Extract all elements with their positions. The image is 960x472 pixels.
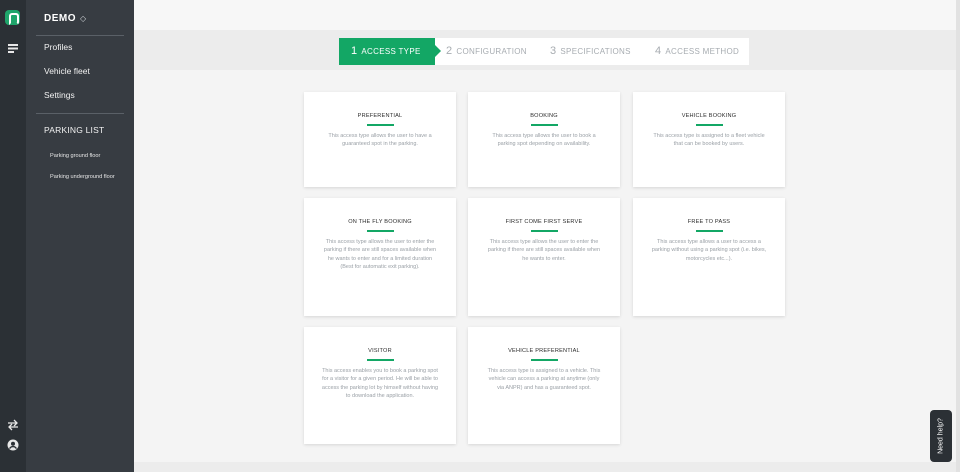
card-description: This access type allows the user to ente… (323, 238, 437, 271)
need-help-button[interactable]: Need help? (930, 410, 952, 462)
step-number: 3 (550, 45, 557, 57)
sidebar-item-profiles[interactable]: Profiles (44, 42, 72, 52)
step-number: 2 (446, 45, 453, 57)
access-card-vehicle-booking[interactable]: VEHICLE BOOKING This access type is assi… (633, 92, 785, 187)
card-accent-bar (530, 230, 558, 232)
user-icon[interactable] (6, 439, 20, 453)
step-number: 4 (655, 45, 662, 57)
access-card-preferential[interactable]: PREFERENTIAL This access type allows the… (304, 92, 456, 187)
card-accent-bar (530, 124, 558, 126)
step-access-method[interactable]: 4 ACCESS METHOD (655, 38, 739, 65)
card-description: This access type allows the user to book… (492, 132, 596, 148)
org-selector[interactable]: DEMO ◇ (44, 13, 87, 24)
card-title: FIRST COME FIRST SERVE (505, 219, 583, 225)
main-content: 1 ACCESS TYPE 2 CONFIGURATION 3 SPECIFICATI… (134, 0, 960, 472)
card-accent-bar (366, 230, 394, 232)
card-title: PREFERENTIAL (357, 113, 403, 119)
card-title: BOOKING (530, 113, 558, 119)
card-description: This access type is assigned to a fleet … (653, 132, 765, 148)
access-card-first-come-first-serve[interactable]: FIRST COME FIRST SERVE This access type … (468, 198, 620, 316)
card-accent-bar (366, 124, 394, 126)
card-description: This access enables you to book a parkin… (321, 367, 439, 400)
org-name: DEMO (44, 13, 76, 24)
step-label: CONFIGURATION (456, 47, 527, 56)
divider (36, 113, 124, 114)
card-title: FREE TO PASS (687, 219, 731, 225)
step-label: ACCESS METHOD (665, 47, 740, 56)
step-number: 1 (351, 45, 358, 57)
list-icon[interactable] (6, 42, 20, 56)
card-title: VEHICLE BOOKING (681, 113, 737, 119)
step-specifications[interactable]: 3 SPECIFICATIONS (550, 38, 631, 65)
card-title: VEHICLE PREFERENTIAL (508, 348, 580, 354)
card-description: This access type allows the user to ente… (487, 238, 601, 262)
card-accent-bar (530, 359, 558, 361)
sidebar: DEMO ◇ Profiles Vehicle fleet Settings PA… (26, 0, 134, 472)
card-description: This access type is assigned to a vehicl… (487, 367, 601, 391)
parking-item-underground-floor[interactable]: Parking underground floor (50, 174, 115, 180)
card-accent-bar (695, 124, 723, 126)
card-accent-bar (366, 359, 394, 361)
parking-list-heading: PARKING LIST (44, 125, 105, 135)
card-description: This access type allows a user to access… (651, 238, 767, 262)
access-card-vehicle-preferential[interactable]: VEHICLE PREFERENTIAL This access type is… (468, 327, 620, 444)
step-label: ACCESS TYPE (361, 47, 421, 56)
chevron-updown-icon: ◇ (80, 14, 87, 23)
need-help-label: Need help? (937, 418, 945, 454)
card-accent-bar (695, 230, 723, 232)
swap-icon[interactable] (6, 419, 20, 433)
access-card-on-the-fly-booking[interactable]: ON THE FLY BOOKING This access type allo… (304, 198, 456, 316)
sidebar-item-vehicle-fleet[interactable]: Vehicle fleet (44, 66, 90, 76)
card-description: This access type allows the user to have… (328, 132, 432, 148)
sidebar-item-settings[interactable]: Settings (44, 90, 75, 100)
footer-band (134, 462, 960, 472)
step-configuration[interactable]: 2 CONFIGURATION (446, 38, 527, 65)
access-card-free-to-pass[interactable]: FREE TO PASS This access type allows a u… (633, 198, 785, 316)
top-bar (134, 0, 960, 30)
card-title: VISITOR (368, 348, 392, 354)
icon-rail (0, 0, 26, 472)
step-access-type[interactable]: 1 ACCESS TYPE (339, 38, 441, 65)
access-card-booking[interactable]: BOOKING This access type allows the user… (468, 92, 620, 187)
card-title: ON THE FLY BOOKING (348, 219, 412, 225)
wizard-stepper: 1 ACCESS TYPE 2 CONFIGURATION 3 SPECIFICATI… (339, 38, 749, 65)
divider (36, 35, 124, 36)
logo-icon[interactable] (5, 10, 20, 25)
step-label: SPECIFICATIONS (560, 47, 631, 56)
parking-item-ground-floor[interactable]: Parking ground floor (50, 153, 100, 159)
access-card-visitor[interactable]: VISITOR This access enables you to book … (304, 327, 456, 444)
scrollbar[interactable] (956, 0, 960, 472)
